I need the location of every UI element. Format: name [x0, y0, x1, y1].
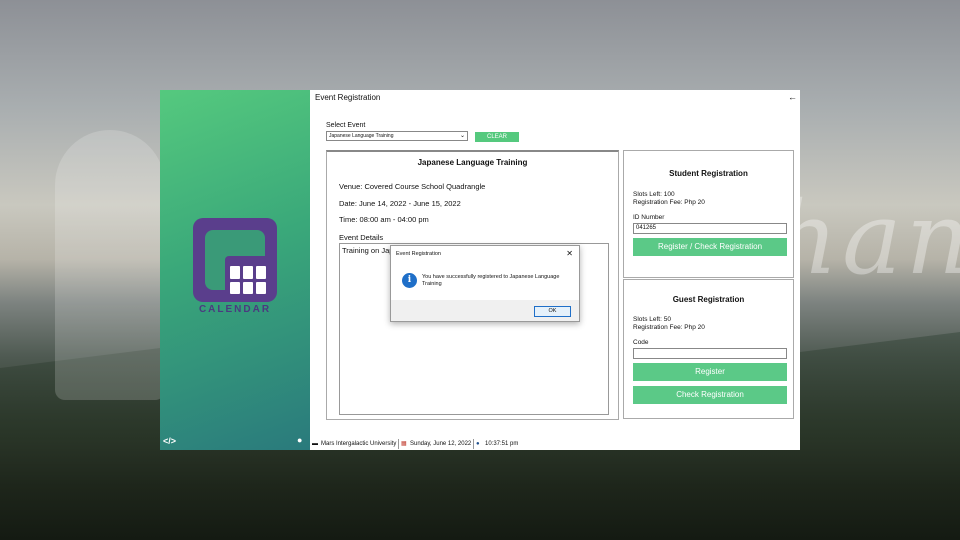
- calendar-small-icon: ▦: [401, 441, 407, 447]
- dialog-body: i You have successfully registered to Ja…: [391, 264, 579, 300]
- event-title: Japanese Language Training: [417, 158, 528, 167]
- guest-slots-left: Slots Left: 50: [633, 316, 671, 323]
- status-time: 10:37:51 pm: [485, 441, 519, 447]
- back-arrow-icon[interactable]: ←: [788, 92, 797, 102]
- calendar-icon: [225, 256, 271, 298]
- info-icon: i: [402, 273, 417, 288]
- check-registration-button[interactable]: Check Registration: [633, 386, 787, 404]
- dialog-title: Event Registration: [396, 251, 441, 257]
- event-details-label: Event Details: [339, 233, 384, 242]
- guest-registration-fee: Registration Fee: Php 20: [633, 324, 705, 331]
- clock-icon: ●: [476, 441, 480, 447]
- ok-button[interactable]: OK: [534, 306, 571, 317]
- palette-icon[interactable]: ●: [297, 435, 302, 445]
- guest-registration-panel: Guest Registration Slots Left: 50 Regist…: [623, 279, 794, 419]
- message-dialog: Event Registration ✕ i You have successf…: [390, 245, 580, 322]
- student-registration-title: Student Registration: [669, 169, 748, 178]
- student-registration-fee: Registration Fee: Php 20: [633, 199, 705, 206]
- chevron-down-icon: ⌄: [459, 133, 465, 139]
- select-event-label: Select Event: [326, 122, 366, 129]
- logo-text: CALENDAR: [198, 304, 272, 315]
- guest-registration-title: Guest Registration: [672, 295, 745, 304]
- dialog-message: You have successfully registered to Japa…: [422, 274, 560, 287]
- computer-icon: ▬: [312, 441, 318, 447]
- event-venue: Venue: Covered Course School Quadrangle: [339, 182, 486, 191]
- event-date: Date: June 14, 2022 - June 15, 2022: [339, 199, 461, 208]
- code-label: Code: [633, 339, 649, 346]
- id-number-label: ID Number: [633, 214, 665, 221]
- event-time: Time: 08:00 am - 04:00 pm: [339, 215, 429, 224]
- dialog-titlebar: Event Registration ✕: [391, 246, 579, 264]
- window-title: Event Registration: [315, 93, 381, 102]
- clear-button[interactable]: CLEAR: [475, 132, 519, 142]
- close-icon[interactable]: ✕: [566, 249, 573, 258]
- event-dropdown[interactable]: Japanese Language Training ⌄: [326, 131, 468, 141]
- status-date: Sunday, June 12, 2022: [410, 441, 472, 447]
- status-separator: [398, 439, 399, 449]
- student-slots-left: Slots Left: 100: [633, 191, 675, 198]
- register-button[interactable]: Register: [633, 363, 787, 381]
- event-dropdown-value: Japanese Language Training: [329, 133, 394, 139]
- code-icon[interactable]: </>: [163, 436, 176, 446]
- id-number-field[interactable]: 041265: [633, 223, 787, 234]
- code-field[interactable]: [633, 348, 787, 359]
- status-separator: [473, 439, 474, 449]
- register-check-button[interactable]: Register / Check Registration: [633, 238, 787, 256]
- student-registration-panel: Student Registration Slots Left: 100 Reg…: [623, 150, 794, 278]
- ghost-mascot-watermark: [55, 130, 165, 400]
- calendar-logo: CALENDAR: [193, 218, 277, 318]
- sidebar: CALENDAR </> ●: [160, 90, 310, 450]
- university-name: Mars Intergalactic University: [321, 441, 397, 447]
- status-bar: ▬ Mars Intergalactic University ▦ Sunday…: [310, 438, 800, 450]
